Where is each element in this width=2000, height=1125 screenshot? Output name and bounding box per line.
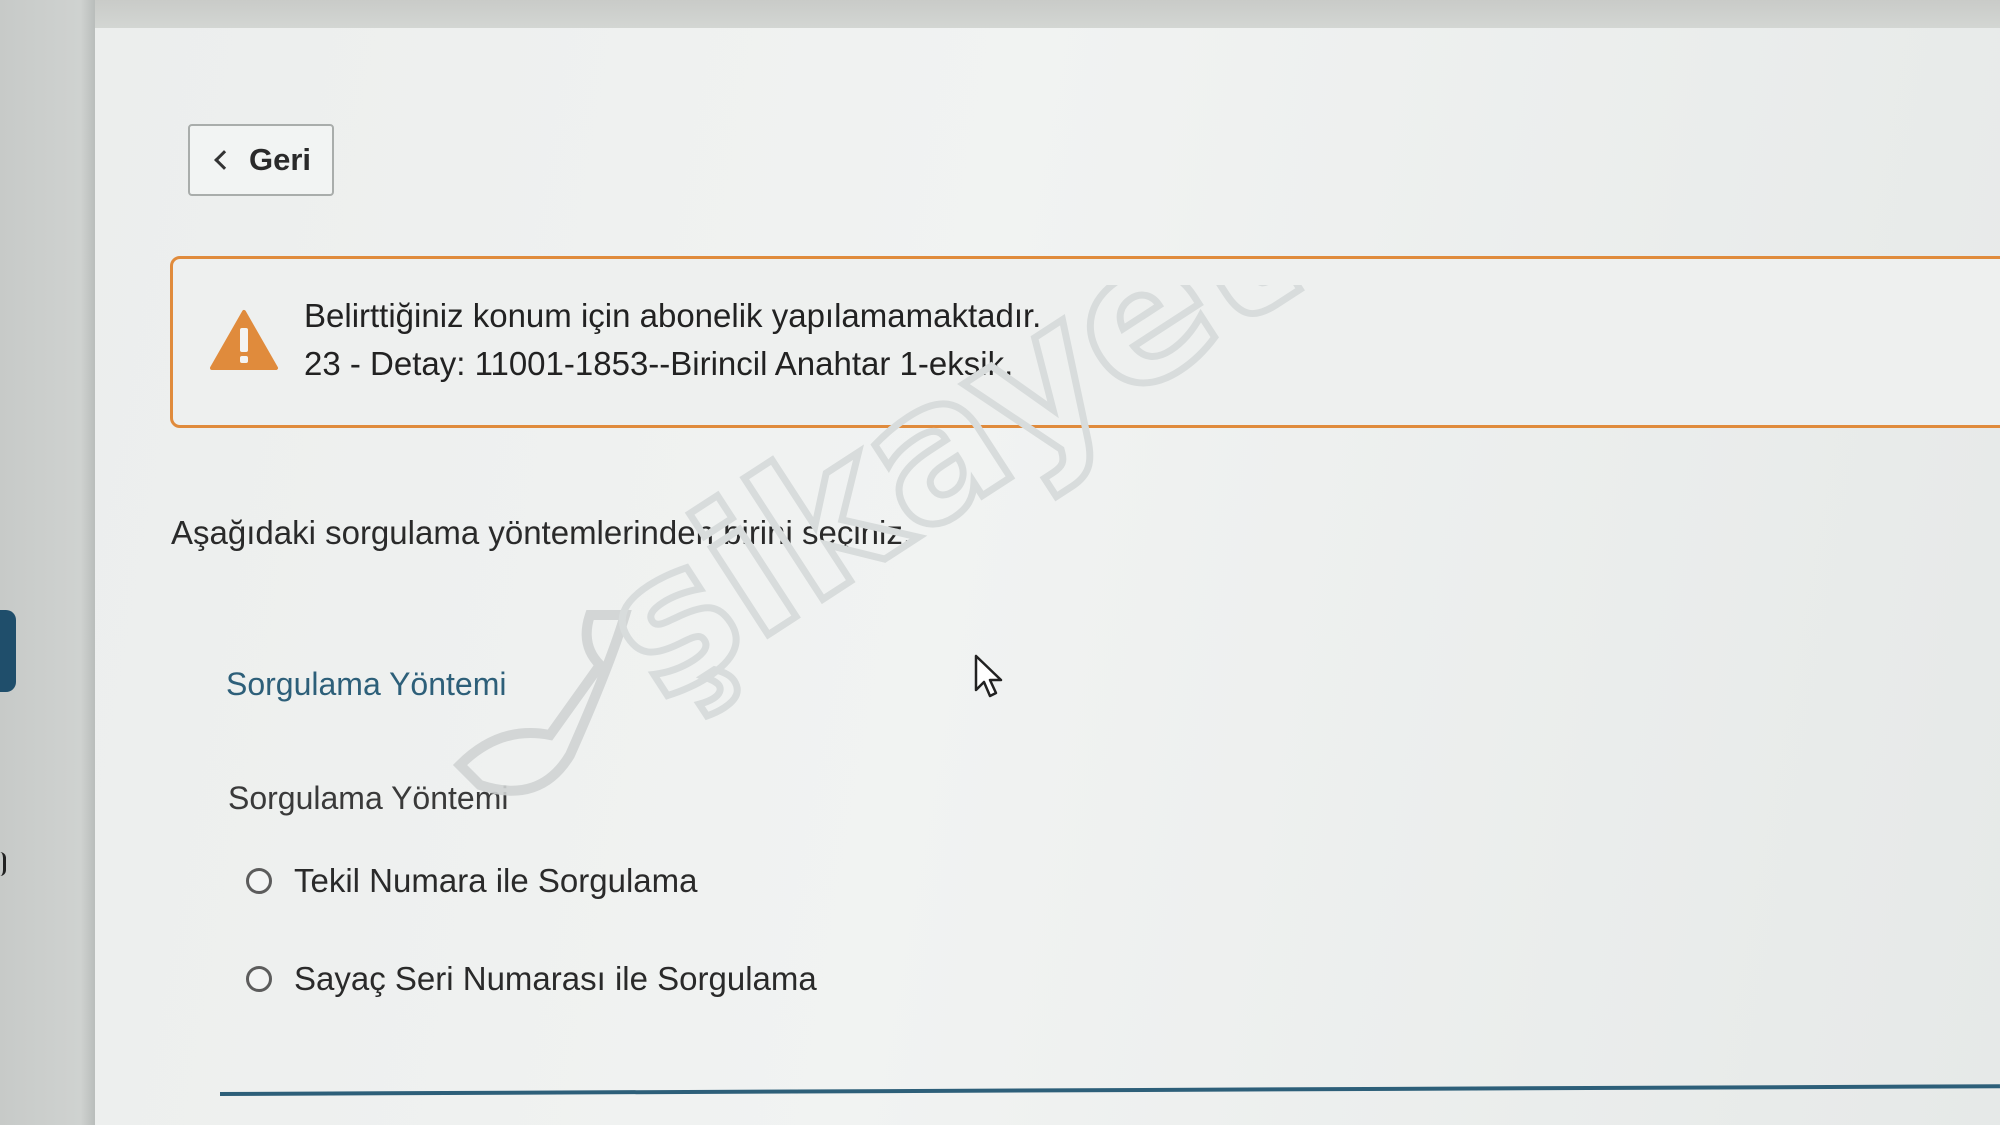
radio-button[interactable]: [246, 966, 272, 992]
instruction-text: Aşağıdaki sorgulama yöntemlerinden birin…: [171, 514, 913, 551]
left-sidebar-edge: [0, 0, 95, 1125]
chevron-left-icon: [214, 150, 234, 170]
field-label: Sorgulama Yöntemi: [228, 780, 509, 816]
warning-alert: Belirttiğiniz konum için abonelik yapıla…: [170, 256, 2000, 428]
alert-detail: 23 - Detay: 11001-1853--Birincil Anahtar…: [304, 345, 1014, 382]
radio-option-label: Sayaç Seri Numarası ile Sorgulama: [294, 960, 817, 997]
back-button[interactable]: Geri: [188, 124, 334, 196]
sidebar-edge-marker: [0, 852, 6, 876]
radio-option-label: Tekil Numara ile Sorgulama: [294, 862, 698, 899]
radio-button[interactable]: [246, 868, 272, 894]
top-strip: [0, 0, 2000, 30]
radio-option-sayac-seri[interactable]: Sayaç Seri Numarası ile Sorgulama: [246, 960, 817, 998]
radio-option-tekil-numara[interactable]: Tekil Numara ile Sorgulama: [246, 862, 698, 900]
mouse-cursor-icon: [974, 654, 1003, 698]
alert-message: Belirttiğiniz konum için abonelik yapıla…: [304, 297, 1042, 334]
sidebar-toggle-tab[interactable]: [0, 610, 16, 692]
warning-triangle-icon: [210, 310, 278, 370]
section-title: Sorgulama Yöntemi: [226, 666, 507, 702]
back-button-label: Geri: [248, 142, 312, 177]
